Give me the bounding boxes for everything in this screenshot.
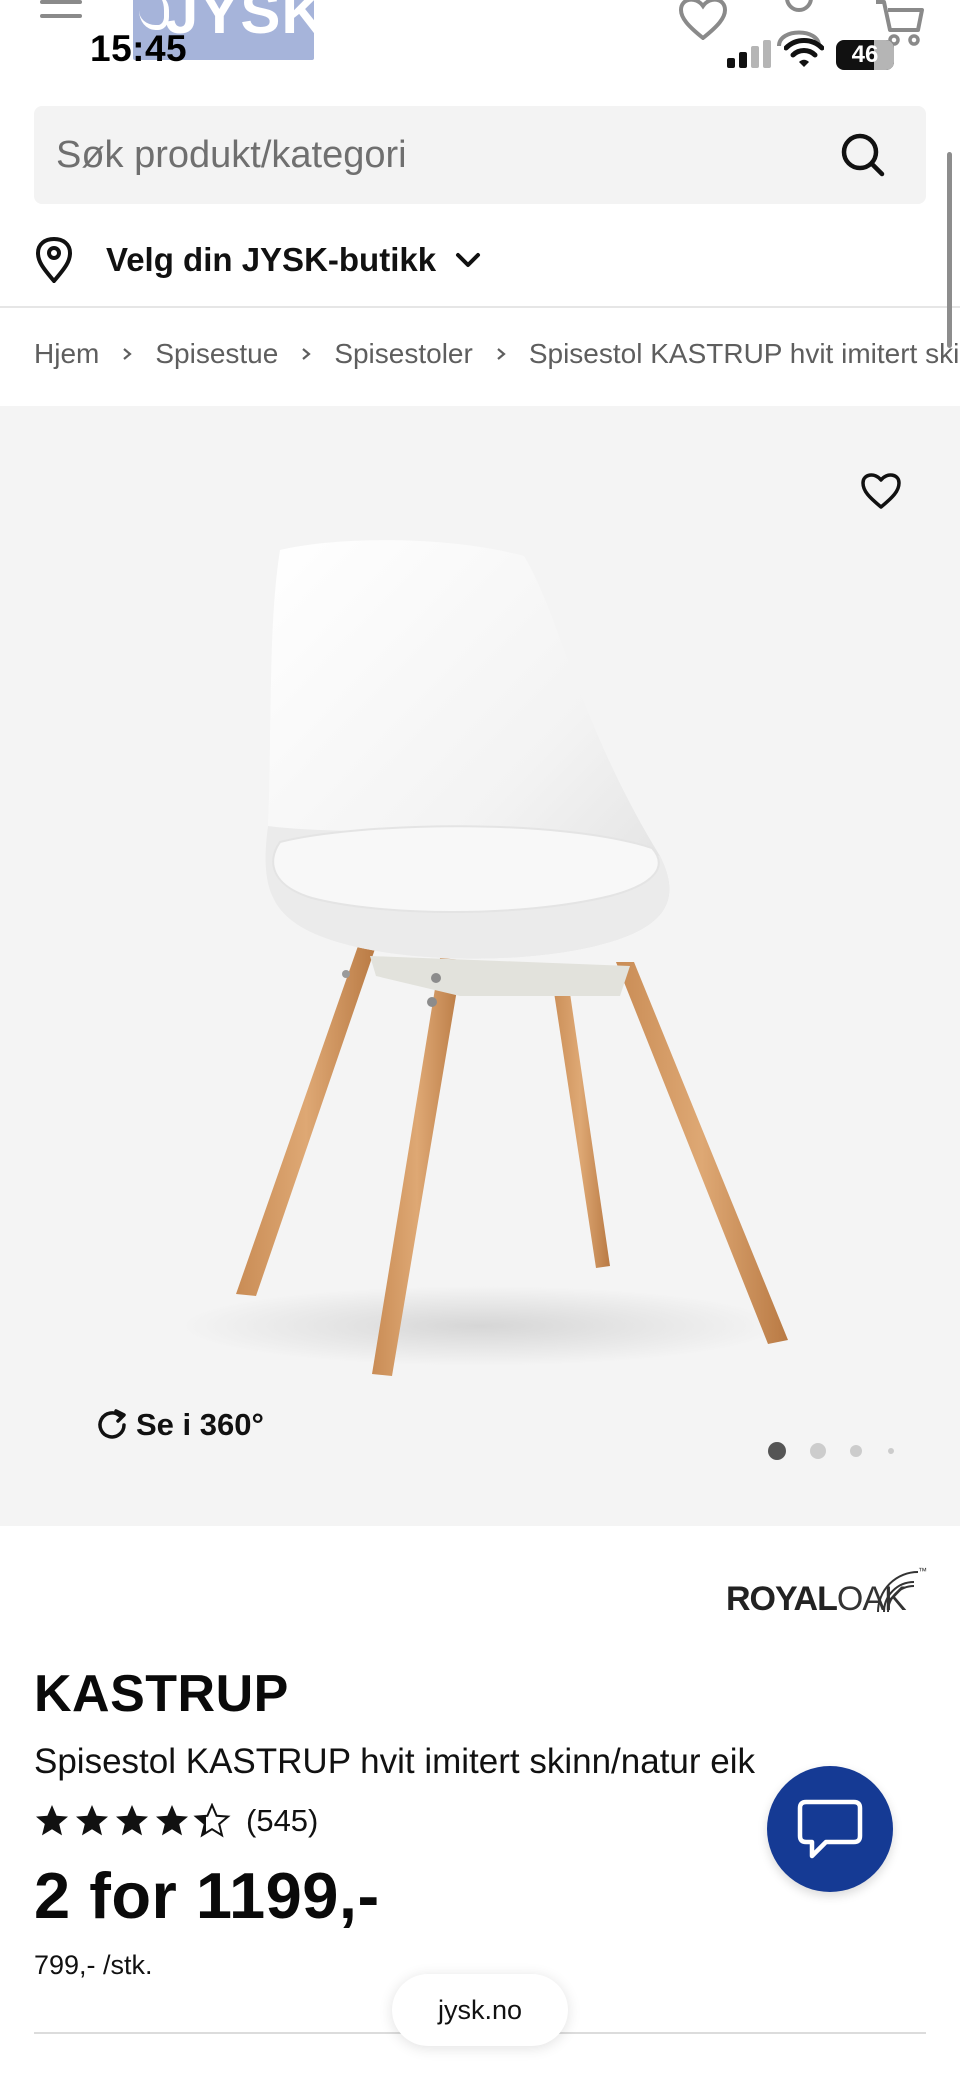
gallery-dot-1[interactable] bbox=[768, 1442, 786, 1460]
product-price: 2 for 1199,- bbox=[34, 1859, 380, 1932]
search-bar bbox=[34, 106, 926, 204]
chevron-down-icon bbox=[456, 253, 481, 267]
breadcrumb-item-home[interactable]: Hjem bbox=[34, 338, 99, 370]
gallery-pagination bbox=[768, 1442, 928, 1462]
heart-icon[interactable] bbox=[678, 0, 728, 40]
product-gallery[interactable]: Se i 360° bbox=[0, 406, 960, 1526]
logo-text: JYSK bbox=[165, 0, 314, 46]
breadcrumb-item-dining-room[interactable]: Spisestue bbox=[155, 338, 278, 370]
add-to-favorites-heart-icon[interactable] bbox=[860, 472, 902, 510]
battery-level: 46 bbox=[851, 41, 879, 68]
divider bbox=[0, 306, 960, 308]
unit-price: 799,- /stk. bbox=[34, 1950, 153, 1980]
breadcrumb-item-current: Spisestol KASTRUP hvit imitert ski bbox=[528, 337, 960, 369]
star-rating-icon bbox=[36, 1804, 229, 1837]
svg-text:™: ™ bbox=[918, 1566, 927, 1576]
brand-arcs-icon: ™ bbox=[877, 1566, 927, 1613]
chat-bubble-icon bbox=[797, 1799, 863, 1859]
store-selector-label: Velg din JYSK-butikk bbox=[106, 241, 437, 278]
breadcrumb-item-dining-chairs[interactable]: Spisestoler bbox=[334, 338, 473, 370]
view-360-label: Se i 360° bbox=[136, 1407, 264, 1442]
gallery-dot-2[interactable] bbox=[810, 1443, 826, 1459]
location-pin-icon bbox=[35, 237, 73, 283]
hamburger-menu-icon[interactable] bbox=[40, 0, 84, 40]
view-360-button[interactable]: Se i 360° bbox=[94, 1402, 264, 1448]
wifi-icon bbox=[784, 38, 824, 67]
cellular-signal-icon bbox=[727, 40, 773, 68]
chevron-right-icon bbox=[123, 347, 133, 360]
product-image-chair bbox=[180, 540, 788, 1376]
product-rating[interactable]: (545) bbox=[34, 1800, 318, 1842]
chevron-right-icon bbox=[497, 347, 506, 360]
brand-logo-royaloak[interactable]: ROYALOAK ™ bbox=[726, 1562, 928, 1622]
breadcrumb: Hjem Spisestue Spisestoler Spisestol KASTRU… bbox=[34, 336, 960, 380]
store-selector[interactable]: Velg din JYSK-butikk bbox=[34, 230, 482, 290]
header: JYSK 15:45 46 bbox=[0, 0, 960, 95]
product-description: Spisestol KASTRUP hvit imitert skinn/nat… bbox=[34, 1742, 756, 1781]
rating-count: (545) bbox=[246, 1803, 319, 1838]
search-icon[interactable] bbox=[840, 132, 886, 178]
gallery-dot-4[interactable] bbox=[888, 1448, 894, 1454]
scrollbar[interactable] bbox=[947, 152, 952, 348]
status-time: 15:45 bbox=[90, 28, 188, 69]
chevron-right-icon bbox=[302, 347, 312, 360]
rotate-icon bbox=[98, 1409, 126, 1439]
browser-url-pill[interactable]: jysk.no bbox=[392, 1974, 568, 2046]
product-name: KASTRUP bbox=[34, 1665, 289, 1723]
search-input[interactable] bbox=[56, 106, 816, 204]
battery-icon: 46 bbox=[836, 40, 894, 70]
gallery-dot-3[interactable] bbox=[850, 1445, 862, 1457]
chat-button[interactable] bbox=[767, 1766, 893, 1892]
